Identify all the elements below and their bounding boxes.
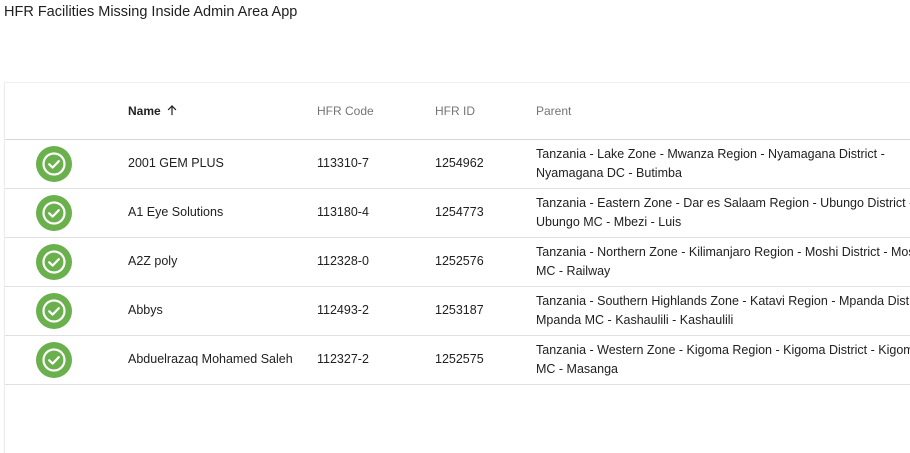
parent-cell: Tanzania - Western Zone - Kigoma Region … — [536, 335, 910, 384]
hfr-code: 113180-4 — [317, 205, 369, 219]
column-header-hfr-code[interactable]: HFR Code — [317, 83, 435, 139]
parent-cell: Tanzania - Southern Highlands Zone - Kat… — [536, 286, 910, 335]
facilities-table: Name HFR Code HFR ID Parent 2001 GEM PLU… — [5, 83, 910, 385]
parent-path: Tanzania - Northern Zone - Kilimanjaro R… — [536, 244, 910, 278]
hfr-code: 112328-0 — [317, 254, 369, 268]
page-title: HFR Facilities Missing Inside Admin Area… — [4, 4, 298, 20]
hfr-id: 1254773 — [435, 205, 484, 219]
arrow-up-icon[interactable] — [166, 104, 178, 116]
table-row[interactable]: 2001 GEM PLUS 113310-7 1254962 Tanzania … — [5, 139, 910, 188]
facility-name: Abbys — [128, 303, 163, 317]
facility-name: A2Z poly — [128, 254, 178, 268]
parent-path: Tanzania - Eastern Zone - Dar es Salaam … — [536, 195, 910, 229]
facility-name: Abduelrazaq Mohamed Saleh — [128, 352, 293, 366]
table-row[interactable]: A1 Eye Solutions 113180-4 1254773 Tanzan… — [5, 188, 910, 237]
parent-path: Tanzania - Southern Highlands Zone - Kat… — [536, 293, 910, 327]
parent-path: Tanzania - Western Zone - Kigoma Region … — [536, 342, 910, 376]
hfr-code: 112493-2 — [317, 303, 369, 317]
status-cell — [5, 237, 128, 286]
facility-name: 2001 GEM PLUS — [128, 156, 224, 170]
table-row[interactable]: Abbys 112493-2 1253187 Tanzania - Southe… — [5, 286, 910, 335]
column-header-hfr-id[interactable]: HFR ID — [435, 83, 536, 139]
facilities-table-card: Name HFR Code HFR ID Parent 2001 GEM PLU… — [4, 82, 910, 453]
status-cell — [5, 139, 128, 188]
table-row[interactable]: A2Z poly 112328-0 1252576 Tanzania - Nor… — [5, 237, 910, 286]
hfr-id: 1253187 — [435, 303, 484, 317]
check-circle-icon — [36, 243, 72, 280]
check-circle-icon — [36, 292, 72, 329]
column-header-status — [5, 83, 128, 139]
status-cell — [5, 335, 128, 384]
hfr-code: 113310-7 — [317, 156, 369, 170]
table-header-row: Name HFR Code HFR ID Parent — [5, 83, 910, 139]
status-cell — [5, 286, 128, 335]
status-cell — [5, 188, 128, 237]
check-circle-icon — [36, 341, 72, 378]
facility-name: A1 Eye Solutions — [128, 205, 224, 219]
parent-cell: Tanzania - Lake Zone - Mwanza Region - N… — [536, 139, 910, 188]
column-header-parent[interactable]: Parent — [536, 83, 910, 139]
column-header-name-label: Name — [128, 103, 161, 118]
hfr-id: 1252576 — [435, 254, 484, 268]
table-row[interactable]: Abduelrazaq Mohamed Saleh 112327-2 12525… — [5, 335, 910, 384]
check-circle-icon — [36, 194, 72, 231]
hfr-code: 112327-2 — [317, 352, 369, 366]
hfr-id: 1254962 — [435, 156, 484, 170]
parent-cell: Tanzania - Eastern Zone - Dar es Salaam … — [536, 188, 910, 237]
parent-path: Tanzania - Lake Zone - Mwanza Region - N… — [536, 146, 885, 180]
check-circle-icon — [36, 145, 72, 182]
column-header-name[interactable]: Name — [128, 83, 317, 139]
parent-cell: Tanzania - Northern Zone - Kilimanjaro R… — [536, 237, 910, 286]
hfr-id: 1252575 — [435, 352, 484, 366]
